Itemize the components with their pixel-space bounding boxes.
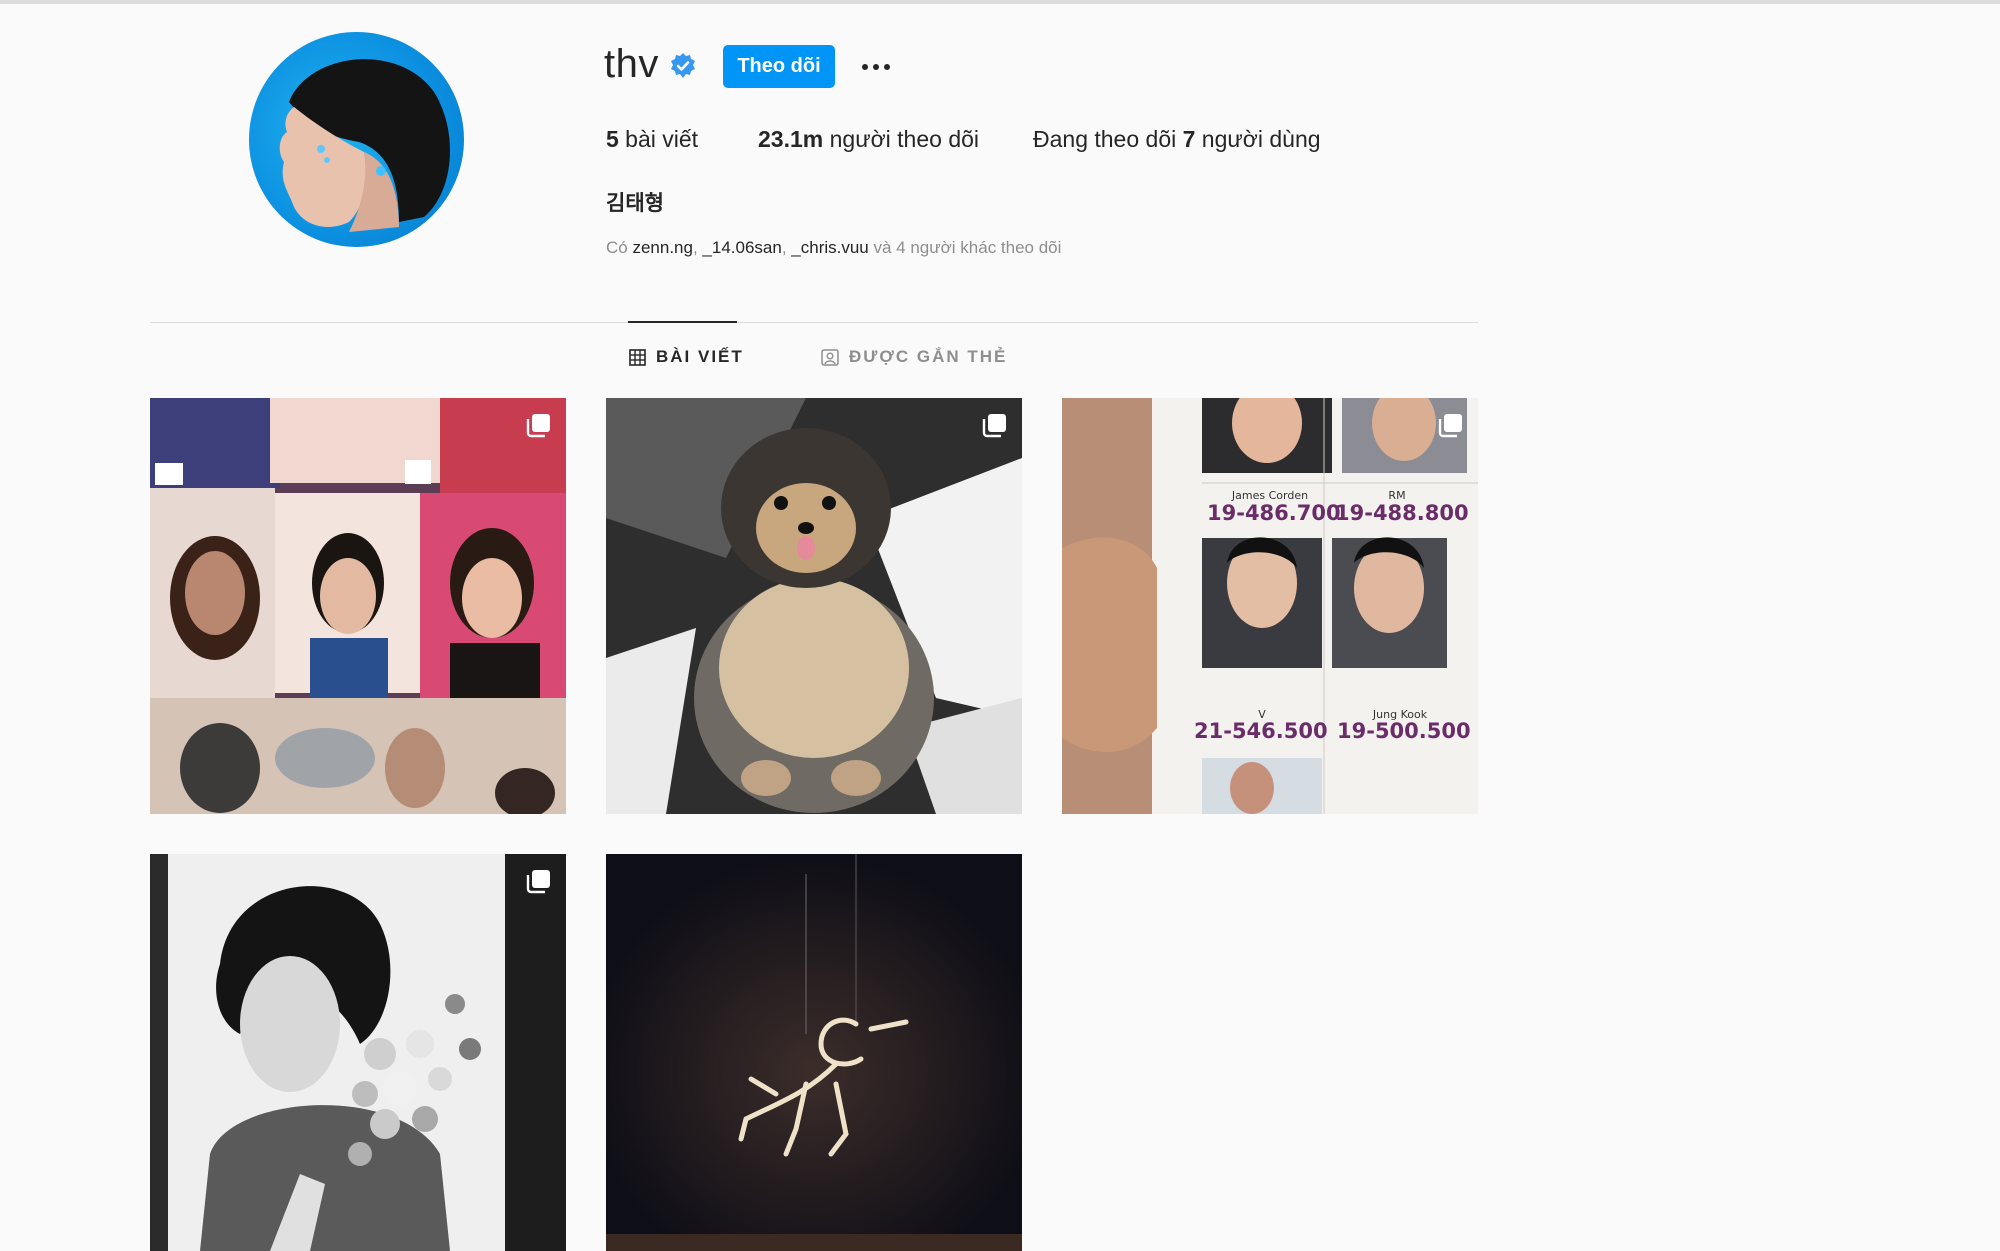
separator: , [692, 238, 703, 257]
more-dot-icon [862, 64, 868, 70]
more-dot-icon [873, 64, 879, 70]
seat-number-label: 19-488.800 [1335, 501, 1469, 525]
post-image-seating-chart: James Corden RM 19-486.700 19-488.800 V … [1062, 398, 1478, 814]
avatar-image [279, 59, 451, 232]
post-image-dog [606, 398, 1022, 814]
carousel-icon [982, 414, 1006, 438]
carousel-icon [526, 870, 550, 894]
carousel-icon [526, 414, 550, 438]
followers-stat[interactable]: 23.1m người theo dõi [758, 126, 979, 153]
post-image-portrait [150, 854, 566, 1251]
tab-tagged-label: ĐƯỢC GẮN THẺ [849, 347, 1008, 366]
followed-by-text[interactable]: Có zenn.ng, _14.06san, _chris.vuu và 4 n… [606, 238, 1061, 258]
post-tile[interactable]: James Corden RM 19-486.700 19-488.800 V … [1062, 398, 1478, 814]
tabs-divider [150, 322, 1478, 323]
more-dot-icon [884, 64, 890, 70]
post-tile[interactable] [606, 854, 1022, 1251]
followed-by-prefix: Có [606, 238, 633, 257]
followed-by-user[interactable]: _chris.vuu [791, 238, 868, 257]
browser-top-border [0, 0, 2000, 4]
seat-number-label: 19-486.700 [1207, 501, 1341, 525]
seat-number-label: 21-546.500 [1194, 719, 1328, 743]
tab-posts[interactable]: BÀI VIẾT [629, 347, 744, 367]
following-stat[interactable]: Đang theo dõi 7 người dùng [1033, 126, 1321, 153]
carousel-icon [1438, 414, 1462, 438]
tab-posts-label: BÀI VIẾT [656, 347, 744, 366]
post-tile[interactable] [150, 854, 566, 1251]
followed-by-user[interactable]: _14.06san [702, 238, 781, 257]
more-options-button[interactable] [858, 50, 894, 84]
separator: , [781, 238, 792, 257]
followers-label: người theo dõi [823, 126, 980, 152]
seat-number-label: 19-500.500 [1337, 719, 1471, 743]
post-tile[interactable] [606, 398, 1022, 814]
grid-icon [629, 348, 646, 366]
posts-count-stat[interactable]: 5 bài viết [606, 126, 698, 153]
tab-tagged[interactable]: ĐƯỢC GẮN THẺ [821, 347, 1007, 367]
follow-button[interactable]: Theo dõi [723, 45, 835, 88]
post-image-skeleton [606, 854, 1022, 1251]
followed-by-suffix: và 4 người khác theo dõi [868, 238, 1062, 257]
profile-username: thv [604, 42, 659, 86]
following-count: 7 [1182, 126, 1196, 152]
post-image-collage [150, 398, 566, 814]
following-suffix: người dùng [1195, 126, 1321, 152]
followed-by-user[interactable]: zenn.ng [632, 238, 693, 257]
followers-count: 23.1m [758, 126, 824, 152]
tagged-icon [821, 348, 839, 366]
post-tile[interactable] [150, 398, 566, 814]
following-prefix: Đang theo dõi [1033, 126, 1183, 152]
verified-badge-icon [671, 53, 695, 78]
posts-count: 5 [606, 126, 619, 152]
posts-label: bài viết [618, 126, 699, 152]
active-tab-indicator [628, 321, 737, 323]
profile-avatar[interactable] [249, 32, 464, 247]
profile-full-name: 김태형 [606, 192, 664, 215]
